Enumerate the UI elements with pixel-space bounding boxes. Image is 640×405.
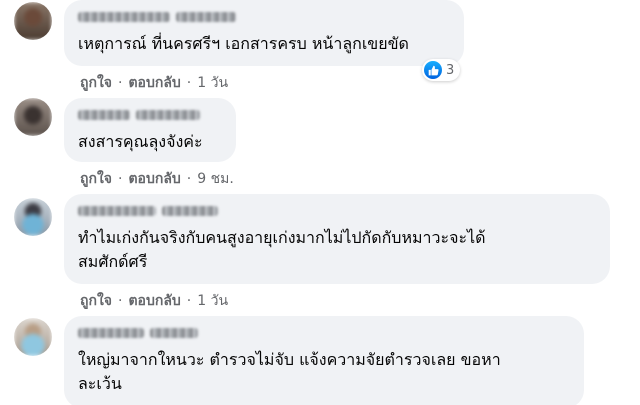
comment-thread: เหตุการณ์ ที่นครศรีฯ เอกสารครบ หน้าลูกเข… [0, 0, 640, 405]
like-thumb-icon [424, 61, 442, 79]
commenter-name-blurred[interactable] [78, 108, 222, 122]
reaction-summary[interactable]: 3 [422, 59, 461, 81]
separator: · [118, 293, 123, 309]
comment-text: ทำไมเก่งกันจริงกับคนสูงอายุเก่งมากไม่ไปก… [78, 228, 486, 271]
commenter-name-blurred[interactable] [78, 204, 596, 218]
avatar[interactable] [14, 98, 52, 136]
timestamp[interactable]: 1 วัน [197, 72, 228, 94]
like-button[interactable]: ถูกใจ [80, 290, 112, 312]
comment-text: เหตุการณ์ ที่นครศรีฯ เอกสารครบ หน้าลูกเข… [78, 34, 409, 53]
reply-button[interactable]: ตอบกลับ [128, 290, 180, 312]
commenter-name-blurred[interactable] [78, 10, 450, 24]
separator: · [118, 75, 123, 91]
separator: · [186, 293, 192, 309]
avatar[interactable] [14, 2, 52, 40]
comment-text: สงสารคุณลุงจังค่ะ [78, 132, 203, 151]
timestamp[interactable]: 9 ชม. [197, 168, 234, 190]
commenter-name-blurred[interactable] [78, 326, 570, 340]
comment-bubble: ทำไมเก่งกันจริงกับคนสูงอายุเก่งมากไม่ไปก… [64, 194, 610, 284]
reaction-count: 3 [446, 62, 455, 78]
comment-text: ใหญ่มาจากใหนวะ ตำรวจไม่จับ แจ้งความจัยตำ… [78, 350, 501, 393]
separator: · [186, 171, 192, 187]
timestamp[interactable]: 1 วัน [197, 290, 228, 312]
comment-bubble: เหตุการณ์ ที่นครศรีฯ เอกสารครบ หน้าลูกเข… [64, 0, 464, 66]
reply-button[interactable]: ตอบกลับ [128, 72, 180, 94]
comment-actions: ถูกใจ · ตอบกลับ · 1 วัน [80, 290, 228, 312]
comment-actions: ถูกใจ · ตอบกลับ · 1 วัน [80, 72, 228, 94]
comment-actions: ถูกใจ · ตอบกลับ · 9 ชม. [80, 168, 234, 190]
like-button[interactable]: ถูกใจ [80, 168, 112, 190]
comment-bubble: สงสารคุณลุงจังค่ะ [64, 98, 236, 162]
separator: · [186, 75, 192, 91]
reply-button[interactable]: ตอบกลับ [128, 168, 180, 190]
like-button[interactable]: ถูกใจ [80, 72, 112, 94]
avatar[interactable] [14, 198, 52, 236]
avatar[interactable] [14, 318, 52, 356]
separator: · [118, 171, 123, 187]
comment-bubble: ใหญ่มาจากใหนวะ ตำรวจไม่จับ แจ้งความจัยตำ… [64, 316, 584, 405]
